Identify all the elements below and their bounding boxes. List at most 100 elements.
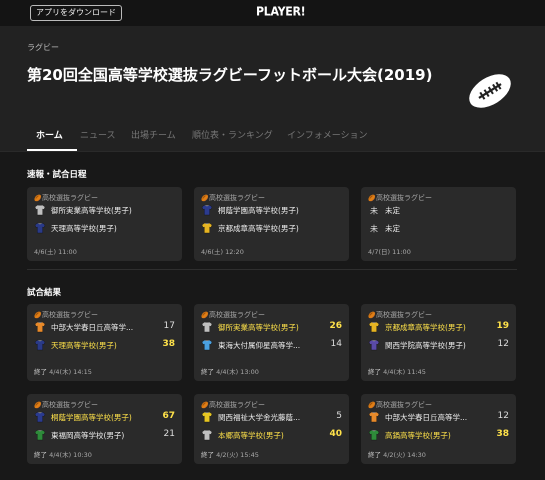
tab-teams[interactable]: 出場チーム xyxy=(131,128,176,141)
download-app-button[interactable]: アプリをダウンロード xyxy=(30,5,122,21)
tbd-team-icon: 未 xyxy=(370,206,378,216)
team-row-away: 関西学院高等学校(男子) 12 xyxy=(368,339,509,351)
team-jersey-icon xyxy=(368,411,380,423)
team-name[interactable]: 関西学院高等学校(男子) xyxy=(385,340,489,351)
match-meta: 終了 4/2(火) 14:30 xyxy=(368,449,426,459)
team-name[interactable]: 天理高等学校(男子) xyxy=(51,223,155,234)
result-card[interactable]: 🏉高校選抜ラグビー 中部大学春日丘高等学... 12 高鍋高等学校(男子) 38 終了 4… xyxy=(361,394,516,464)
card-category-label: 高校選抜ラグビー xyxy=(42,401,98,409)
match-status: 終了 xyxy=(201,368,214,376)
team-jersey-icon xyxy=(34,339,46,351)
rugby-ball-small-icon: 🏉 xyxy=(34,195,42,202)
team-row-home: 御所実業高等学校(男子) 26 xyxy=(201,321,342,333)
team-jersey-icon xyxy=(201,411,213,423)
card-category: 🏉高校選抜ラグビー xyxy=(201,310,265,320)
team-name[interactable]: 東福岡高等学校(男子) xyxy=(51,430,155,441)
team-name[interactable]: 桐蔭学園高等学校(男子) xyxy=(218,205,322,216)
player-logo[interactable]: PLAYER! xyxy=(256,4,306,19)
team-row-away: 京都成章高等学校(男子) xyxy=(201,222,342,234)
section-divider xyxy=(27,269,517,270)
team-row-away: 未未定 xyxy=(368,222,509,234)
match-date: 4/2(火) 14:30 xyxy=(383,451,426,459)
section-title-upcoming: 速報・試合日程 xyxy=(27,170,87,180)
team-name[interactable]: 未定 xyxy=(385,205,489,216)
rugby-ball-small-icon: 🏉 xyxy=(368,312,376,319)
team-name[interactable]: 東海大付属仰星高等学... xyxy=(218,340,322,351)
sport-category[interactable]: ラグビー xyxy=(27,42,59,53)
match-status: 終了 xyxy=(34,451,47,459)
match-time: 4/7(日) 11:00 xyxy=(368,248,411,256)
rugby-ball-small-icon: 🏉 xyxy=(34,402,42,409)
match-status: 終了 xyxy=(368,368,381,376)
team-row-away: 高鍋高等学校(男子) 38 xyxy=(368,429,509,441)
team-row-home: 桐蔭学園高等学校(男子) xyxy=(201,204,342,216)
team-name[interactable]: 京都成章高等学校(男子) xyxy=(218,223,322,234)
match-date: 4/4(木) 14:15 xyxy=(49,368,92,376)
result-card[interactable]: 🏉高校選抜ラグビー 京都成章高等学校(男子) 19 関西学院高等学校(男子) 12 終了 … xyxy=(361,304,516,381)
schedule-card[interactable]: 🏉高校選抜ラグビー桐蔭学園高等学校(男子) 京都成章高等学校(男子) 4/6(土) … xyxy=(194,187,349,261)
tab-information[interactable]: インフォメーション xyxy=(287,128,368,141)
team-name[interactable]: 中部大学春日丘高等学... xyxy=(51,322,155,333)
card-category-label: 高校選抜ラグビー xyxy=(42,194,98,202)
card-category: 🏉高校選抜ラグビー xyxy=(34,310,98,320)
team-row-away: 天理高等学校(男子) xyxy=(34,222,175,234)
schedule-card[interactable]: 🏉高校選抜ラグビー御所実業高等学校(男子) 天理高等学校(男子) 4/6(土) 11… xyxy=(27,187,182,261)
match-date: 4/4(木) 10:30 xyxy=(49,451,92,459)
team-score: 12 xyxy=(497,411,509,421)
team-name[interactable]: 京都成章高等学校(男子) xyxy=(385,322,489,333)
team-jersey-icon xyxy=(201,222,213,234)
team-row-away: 東海大付属仰星高等学... 14 xyxy=(201,339,342,351)
team-name[interactable]: 高鍋高等学校(男子) xyxy=(385,430,489,441)
team-name[interactable]: 御所実業高等学校(男子) xyxy=(51,205,155,216)
team-row-home: 桐蔭学園高等学校(男子) 67 xyxy=(34,411,175,423)
section-title-results: 試合結果 xyxy=(27,288,62,298)
result-card[interactable]: 🏉高校選抜ラグビー 関西福祉大学金光藤蔭... 5 本郷高等学校(男子) 40 終了 4/… xyxy=(194,394,349,464)
card-category: 🏉高校選抜ラグビー xyxy=(201,400,265,410)
team-jersey-icon xyxy=(201,321,213,333)
team-jersey-icon xyxy=(34,429,46,441)
team-name[interactable]: 関西福祉大学金光藤蔭... xyxy=(218,412,322,423)
team-row-home: 中部大学春日丘高等学... 17 xyxy=(34,321,175,333)
team-name[interactable]: 未定 xyxy=(385,223,489,234)
rugby-ball-small-icon: 🏉 xyxy=(34,312,42,319)
match-meta: 終了 4/2(火) 15:45 xyxy=(201,449,259,459)
page-title: 第20回全国高等学校選抜ラグビーフットボール大会(2019) xyxy=(27,66,433,84)
team-name[interactable]: 中部大学春日丘高等学... xyxy=(385,412,489,423)
team-row-away: 天理高等学校(男子) 38 xyxy=(34,339,175,351)
team-name[interactable]: 本郷高等学校(男子) xyxy=(218,430,322,441)
result-card[interactable]: 🏉高校選抜ラグビー 御所実業高等学校(男子) 26 東海大付属仰星高等学... 14 終了… xyxy=(194,304,349,381)
match-time: 4/6(土) 12:20 xyxy=(201,248,244,256)
team-jersey-icon xyxy=(34,222,46,234)
team-score: 17 xyxy=(163,321,175,331)
schedule-card[interactable]: 🏉高校選抜ラグビー未未定未未定 4/7(日) 11:00 xyxy=(361,187,516,261)
team-jersey-icon xyxy=(34,321,46,333)
team-score: 21 xyxy=(163,429,175,439)
card-category: 🏉高校選抜ラグビー xyxy=(34,193,98,203)
team-jersey-icon xyxy=(201,429,213,441)
card-category: 🏉高校選抜ラグビー xyxy=(201,193,265,203)
svg-text:未: 未 xyxy=(370,206,378,216)
card-category-label: 高校選抜ラグビー xyxy=(376,194,432,202)
team-name[interactable]: 桐蔭学園高等学校(男子) xyxy=(51,412,155,423)
result-card[interactable]: 🏉高校選抜ラグビー中部大学春日丘高等学... 17 天理高等学校(男子) 38 終了 4… xyxy=(27,304,182,381)
team-jersey-icon xyxy=(368,339,380,351)
top-bar: アプリをダウンロード PLAYER! xyxy=(0,0,545,26)
card-category-label: 高校選抜ラグビー xyxy=(209,194,265,202)
result-card[interactable]: 🏉高校選抜ラグビー 桐蔭学園高等学校(男子) 67 東福岡高等学校(男子) 21 終了 4… xyxy=(27,394,182,464)
match-time: 4/6(土) 11:00 xyxy=(34,248,77,256)
tab-standings[interactable]: 順位表・ランキング xyxy=(192,128,273,141)
match-meta: 終了 4/4(木) 14:15 xyxy=(34,366,92,376)
team-name[interactable]: 御所実業高等学校(男子) xyxy=(218,322,322,333)
team-score: 19 xyxy=(496,321,509,331)
card-category-label: 高校選抜ラグビー xyxy=(376,311,432,319)
team-name[interactable]: 天理高等学校(男子) xyxy=(51,340,155,351)
match-status: 終了 xyxy=(368,451,381,459)
team-row-away: 東福岡高等学校(男子) 21 xyxy=(34,429,175,441)
team-jersey-icon xyxy=(368,321,380,333)
card-category-label: 高校選抜ラグビー xyxy=(209,401,265,409)
team-jersey-icon xyxy=(201,204,213,216)
tab-home[interactable]: ホーム xyxy=(36,128,63,141)
tbd-team-icon: 未 xyxy=(370,224,378,234)
card-category: 🏉高校選抜ラグビー xyxy=(34,400,98,410)
tab-news[interactable]: ニュース xyxy=(80,128,116,141)
